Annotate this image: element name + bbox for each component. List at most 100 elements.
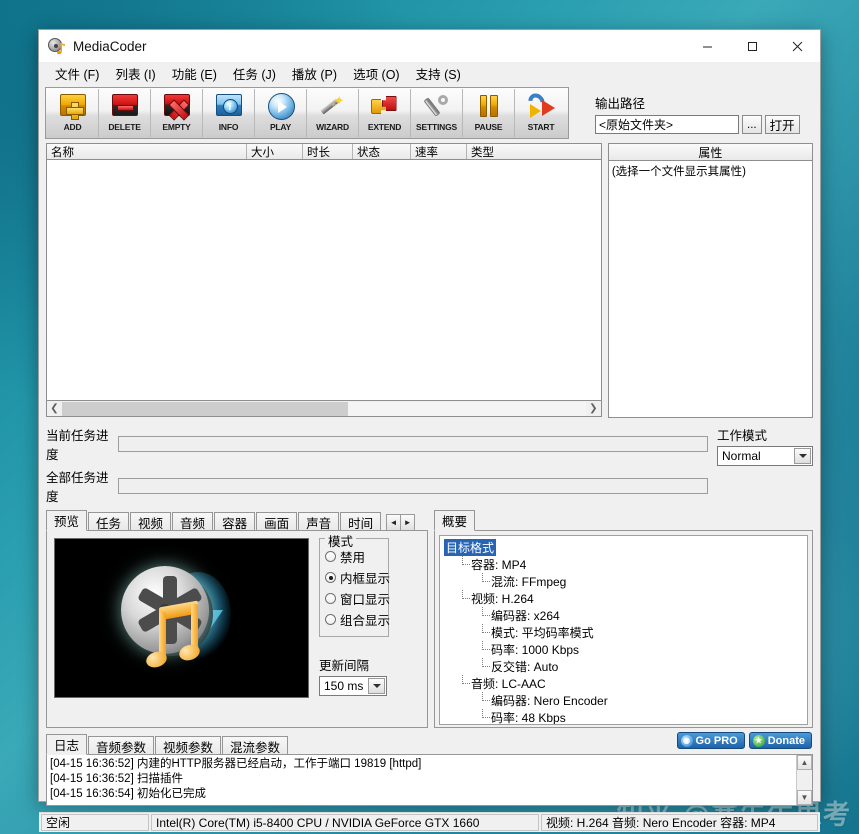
tab-time[interactable]: 时间 xyxy=(340,512,382,531)
tree-node-target-format[interactable]: 目标格式 xyxy=(444,539,803,556)
menu-list[interactable]: 列表 (I) xyxy=(107,62,163,85)
info-icon: i xyxy=(214,92,244,121)
output-path-input[interactable] xyxy=(595,115,739,134)
tree-node-container[interactable]: 容器: MP4 xyxy=(444,556,803,573)
toolbar-pause-label: PAUSE xyxy=(474,122,503,132)
scroll-left-icon[interactable]: ❮ xyxy=(47,402,62,416)
tree-elbow-icon xyxy=(457,675,470,692)
toolbar: ADD DELETE EMPTY i INFO PLAY ✦ ✧ WIZARD … xyxy=(45,87,569,139)
toolbar-info-label: INFO xyxy=(218,122,239,132)
toolbar-wizard-button[interactable]: ✦ ✧ WIZARD xyxy=(307,89,359,137)
donate-label: Donate xyxy=(767,734,805,747)
tree-node-deinterlace[interactable]: 反交错: Auto xyxy=(444,658,803,675)
close-icon[interactable] xyxy=(775,31,820,62)
tab-video[interactable]: 视频 xyxy=(130,512,172,531)
tree-node-video-bitrate[interactable]: 码率: 1000 Kbps xyxy=(444,641,803,658)
toolbar-delete-label: DELETE xyxy=(108,122,141,132)
preview-image[interactable] xyxy=(54,538,309,698)
menu-play[interactable]: 播放 (P) xyxy=(284,62,345,85)
tab-log[interactable]: 日志 xyxy=(46,734,88,755)
tab-video-params[interactable]: 视频参数 xyxy=(155,736,222,755)
toolbar-empty-button[interactable]: EMPTY xyxy=(151,89,203,137)
file-list-body[interactable] xyxy=(46,160,602,401)
log-line: [04-15 16:36:52] 扫描插件 xyxy=(50,773,183,785)
summary-tree[interactable]: 目标格式 容器: MP4 混流: FFmpeg 视频: H.264 编码器: x… xyxy=(439,535,808,725)
column-header-name[interactable]: 名称 xyxy=(47,144,247,159)
promo-buttons: ◉ Go PRO ★ Donate xyxy=(676,732,812,749)
left-tab-panel: 预览 任务 视频 音频 容器 画面 声音 时间 ◄ ► 模式 禁用 内框显示 窗… xyxy=(46,510,428,728)
radio-mode-inline[interactable]: 内框显示 xyxy=(325,568,390,587)
tab-audio-params[interactable]: 音频参数 xyxy=(88,736,155,755)
tab-preview[interactable]: 预览 xyxy=(46,510,88,531)
menu-features[interactable]: 功能 (E) xyxy=(164,62,225,85)
scrollbar-thumb[interactable] xyxy=(62,401,348,416)
title-bar: MediaCoder xyxy=(39,30,820,62)
tabs-scroll-prev-icon[interactable]: ◄ xyxy=(386,514,402,531)
file-list-header: 名称 大小 时长 状态 速率 类型 xyxy=(46,143,602,160)
tab-container[interactable]: 容器 xyxy=(214,512,256,531)
tree-node-audio-encoder[interactable]: 编码器: Nero Encoder xyxy=(444,692,803,709)
tree-node-audio[interactable]: 音频: LC-AAC xyxy=(444,675,803,692)
tab-summary[interactable]: 概要 xyxy=(434,510,476,531)
donate-button[interactable]: ★ Donate xyxy=(748,732,812,749)
update-interval-select[interactable]: 150 ms xyxy=(319,676,387,696)
go-pro-button[interactable]: ◉ Go PRO xyxy=(676,732,745,749)
tab-picture[interactable]: 画面 xyxy=(256,512,298,531)
column-header-status[interactable]: 状态 xyxy=(353,144,411,159)
tree-node-label: 目标格式 xyxy=(444,539,497,556)
chevron-down-icon[interactable] xyxy=(794,448,811,464)
chevron-down-icon[interactable] xyxy=(368,678,385,694)
add-folder-icon xyxy=(58,92,88,121)
tree-node-audio-bitrate[interactable]: 码率: 48 Kbps xyxy=(444,709,803,724)
mediacoder-logo-icon xyxy=(48,37,66,55)
output-path-browse-button[interactable]: ... xyxy=(742,115,762,134)
menu-file[interactable]: 文件 (F) xyxy=(47,62,107,85)
output-path-open-button[interactable]: 打开 xyxy=(764,115,800,134)
menu-tasks[interactable]: 任务 (J) xyxy=(225,62,284,85)
column-header-rate[interactable]: 速率 xyxy=(411,144,467,159)
scroll-up-icon[interactable]: ▲ xyxy=(797,755,812,770)
maximize-icon[interactable] xyxy=(730,31,775,62)
tab-task[interactable]: 任务 xyxy=(88,512,130,531)
toolbar-delete-button[interactable]: DELETE xyxy=(99,89,151,137)
radio-mode-combined[interactable]: 组合显示 xyxy=(325,610,390,629)
update-interval-label: 更新间隔 xyxy=(319,659,370,673)
toolbar-settings-button[interactable]: SETTINGS xyxy=(411,89,463,137)
minimize-icon[interactable] xyxy=(685,31,730,62)
log-box[interactable]: [04-15 16:36:52] 内建的HTTP服务器已经启动，工作于端口 19… xyxy=(46,754,813,806)
toolbar-info-button[interactable]: i INFO xyxy=(203,89,255,137)
column-header-duration[interactable]: 时长 xyxy=(303,144,353,159)
radio-mode-window[interactable]: 窗口显示 xyxy=(325,589,390,608)
tab-sound[interactable]: 声音 xyxy=(298,512,340,531)
tree-node-label: 编码器: x264 xyxy=(491,609,560,623)
tab-audio[interactable]: 音频 xyxy=(172,512,214,531)
toolbar-pause-button[interactable]: PAUSE xyxy=(463,89,515,137)
menu-options[interactable]: 选项 (O) xyxy=(345,62,408,85)
column-header-type[interactable]: 类型 xyxy=(467,144,601,159)
tree-node-mux[interactable]: 混流: FFmpeg xyxy=(444,573,803,590)
radio-icon xyxy=(325,593,336,604)
scrollbar-track[interactable] xyxy=(62,401,586,416)
log-vertical-scrollbar[interactable]: ▲ ▼ xyxy=(796,755,812,805)
scroll-down-icon[interactable]: ▼ xyxy=(797,790,812,805)
toolbar-start-button[interactable]: START xyxy=(515,89,567,137)
tree-node-video-mode[interactable]: 模式: 平均码率模式 xyxy=(444,624,803,641)
toolbar-add-button[interactable]: ADD xyxy=(47,89,99,137)
tree-node-video[interactable]: 视频: H.264 xyxy=(444,590,803,607)
menu-support[interactable]: 支持 (S) xyxy=(408,62,469,85)
radio-label: 窗口显示 xyxy=(340,593,391,607)
tree-node-video-encoder[interactable]: 编码器: x264 xyxy=(444,607,803,624)
tab-mux-params[interactable]: 混流参数 xyxy=(222,736,289,755)
toolbar-play-button[interactable]: PLAY xyxy=(255,89,307,137)
mediacoder-window: MediaCoder 文件 (F) 列表 (I) 功能 (E) 任务 (J) 播… xyxy=(38,29,821,832)
file-list-horizontal-scrollbar[interactable]: ❮ ❯ xyxy=(46,401,602,417)
column-header-size[interactable]: 大小 xyxy=(247,144,303,159)
scroll-right-icon[interactable]: ❯ xyxy=(586,402,601,416)
work-mode-select[interactable]: Normal xyxy=(717,446,813,466)
toolbar-start-label: START xyxy=(527,122,555,132)
tree-elbow-icon xyxy=(477,624,490,641)
work-mode-section: 工作模式 Normal xyxy=(717,425,813,466)
tabs-scroll-next-icon[interactable]: ► xyxy=(400,514,416,531)
update-interval-value: 150 ms xyxy=(324,679,364,693)
toolbar-extend-button[interactable]: EXTEND xyxy=(359,89,411,137)
